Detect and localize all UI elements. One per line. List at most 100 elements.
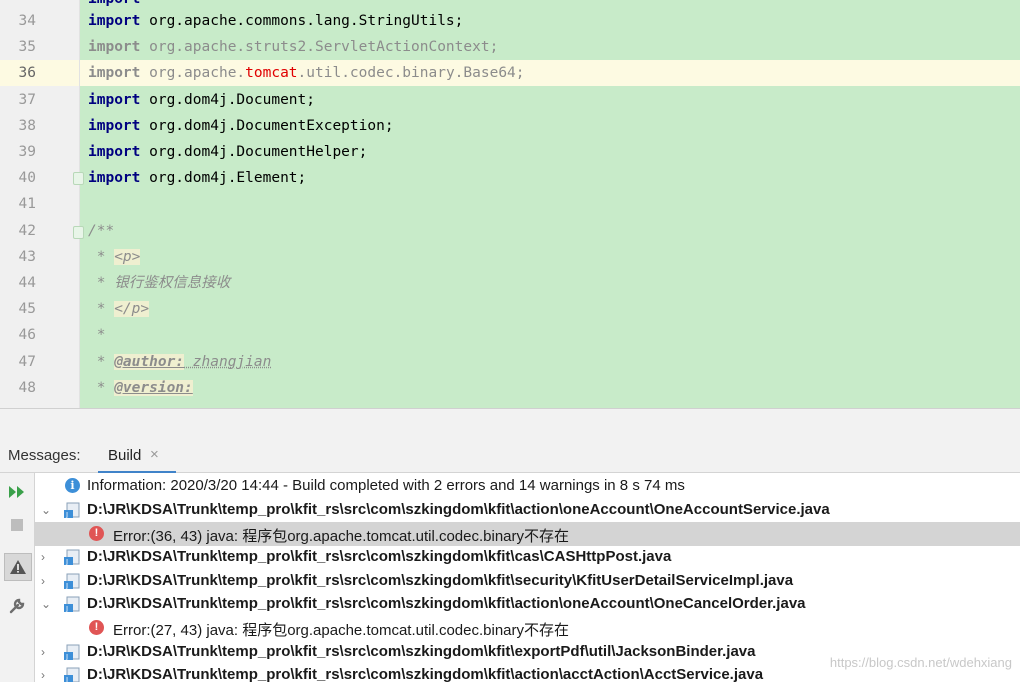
line-number: 35 <box>18 39 36 56</box>
code-content: org.dom4j.Element; <box>140 170 307 187</box>
line-number: 47 <box>18 353 36 370</box>
fold-marker-icon[interactable] <box>73 226 84 239</box>
code-line[interactable]: 39 import org.dom4j.DocumentHelper; <box>0 139 1020 165</box>
warning-filter-icon[interactable] <box>4 553 32 581</box>
file-row[interactable]: › J D:\JR\KDSA\Trunk\temp_pro\kfit_rs\src\… <box>35 569 1020 593</box>
line-number: 39 <box>18 144 36 160</box>
code-text: * @author: zhangjian <box>88 349 271 375</box>
error-row[interactable]: ! Error:(27, 43) java: 程序包org.apache.tomc… <box>35 616 1020 640</box>
rerun-icon[interactable] <box>4 479 30 505</box>
code-content: org.dom4j.DocumentException; <box>140 117 394 134</box>
file-path: D:\JR\KDSA\Trunk\temp_pro\kfit_rs\src\co… <box>87 642 756 660</box>
chevron-right-icon[interactable]: › <box>41 668 45 682</box>
svg-text:J: J <box>65 558 68 566</box>
code-line[interactable]: 44 * 银行鉴权信息接收 <box>0 270 1020 296</box>
code-text: * <p> <box>88 244 141 270</box>
doc-comment: * 银行鉴权信息接收 <box>88 275 231 291</box>
error-row[interactable]: ! Error:(36, 43) java: 程序包org.apache.tomc… <box>35 521 1020 546</box>
code-text: import org.dom4j.DocumentException; <box>88 113 394 139</box>
settings-wrench-icon[interactable] <box>4 593 30 619</box>
line-number: 45 <box>18 301 36 318</box>
line-number: 44 <box>18 275 36 291</box>
messages-toolbar <box>0 473 35 682</box>
panel-splitter[interactable] <box>0 408 1020 439</box>
keyword: import <box>88 144 141 160</box>
unresolved-symbol: tomcat <box>245 65 298 82</box>
code-line[interactable]: 40 import org.dom4j.Element; <box>0 165 1020 191</box>
info-row[interactable]: i Information: 2020/3/20 14:44 - Build c… <box>35 474 1020 498</box>
svg-text:J: J <box>65 605 68 613</box>
doc-comment: * <box>88 379 115 396</box>
doc-comment: * <box>88 248 115 265</box>
file-row[interactable]: ⌄ J D:\JR\KDSA\Trunk\temp_pro\kfit_rs\src\… <box>35 592 1020 616</box>
java-file-icon: J <box>64 573 80 590</box>
code-line[interactable]: 45 * </p> <box>0 296 1020 322</box>
file-row[interactable]: › J D:\JR\KDSA\Trunk\temp_pro\kfit_rs\src\… <box>35 545 1020 569</box>
code-line[interactable]: 34 import org.apache.commons.lang.StringU… <box>0 8 1020 34</box>
doc-comment: * <box>88 301 115 318</box>
code-text: import org.apache.struts2.ServletActionC… <box>88 34 498 60</box>
doc-html-tag: <p> <box>114 248 141 265</box>
java-file-icon: J <box>64 502 80 519</box>
java-file-icon: J <box>64 644 80 661</box>
close-icon[interactable]: × <box>150 446 159 463</box>
keyword: import <box>88 13 141 29</box>
code-text: * </p> <box>88 296 150 322</box>
svg-text:J: J <box>65 511 68 519</box>
doc-comment: * <box>88 353 115 370</box>
line-number: 46 <box>18 327 36 344</box>
stop-icon[interactable] <box>4 512 30 538</box>
code-editor[interactable]: import 34 import org.apache.commons.lang.… <box>0 0 1020 408</box>
chevron-right-icon[interactable]: › <box>41 550 45 564</box>
messages-header: Messages: Build × <box>0 438 1020 474</box>
code-content: org.apache.struts2.ServletActionContext; <box>140 39 499 56</box>
code-text: import org.apache.commons.lang.StringUti… <box>88 8 463 34</box>
line-number: 34 <box>18 13 36 29</box>
doc-tag: @version: <box>114 379 193 396</box>
info-icon: i <box>65 478 80 493</box>
doc-comment: /** <box>88 222 115 239</box>
error-text: Error:(36, 43) java: 程序包org.apache.tomca… <box>113 527 570 545</box>
doc-value: zhangjian <box>184 353 272 370</box>
line-number: 48 <box>18 379 36 396</box>
code-line[interactable]: 35 import org.apache.struts2.ServletActio… <box>0 34 1020 60</box>
code-line[interactable]: 46 * <box>0 322 1020 348</box>
chevron-right-icon[interactable]: › <box>41 574 45 588</box>
chevron-down-icon[interactable]: ⌄ <box>41 503 51 517</box>
code-line[interactable]: 43 * <p> <box>0 244 1020 270</box>
fold-marker-icon[interactable] <box>73 172 84 185</box>
line-number: 41 <box>18 196 36 213</box>
code-text: import org.dom4j.Document; <box>88 87 315 113</box>
code-line[interactable]: 48 * @version: <box>0 375 1020 401</box>
code-text: import org.dom4j.Element; <box>88 165 306 191</box>
keyword: import <box>88 117 141 134</box>
code-line[interactable]: 47 * @author: zhangjian <box>0 349 1020 375</box>
java-file-icon: J <box>64 549 80 566</box>
build-messages-tree[interactable]: i Information: 2020/3/20 14:44 - Build c… <box>35 473 1020 682</box>
line-number: 38 <box>18 117 36 134</box>
line-number: 36 <box>18 65 36 82</box>
code-line[interactable]: 37 import org.dom4j.Document; <box>0 87 1020 113</box>
chevron-down-icon[interactable]: ⌄ <box>41 597 51 611</box>
file-path: D:\JR\KDSA\Trunk\temp_pro\kfit_rs\src\co… <box>87 501 830 518</box>
code-line[interactable]: 41 <box>0 191 1020 217</box>
code-line[interactable]: 36 import org.apache.tomcat.util.codec.bi… <box>0 60 1020 87</box>
svg-text:J: J <box>65 582 68 590</box>
messages-label: Messages: <box>8 447 81 464</box>
code-content: org.apache.commons.lang.StringUtils; <box>140 13 464 29</box>
doc-tag: @author: <box>114 353 185 370</box>
code-line[interactable]: 38 import org.dom4j.DocumentException; <box>0 113 1020 139</box>
code-content: org.dom4j.DocumentHelper; <box>140 144 368 160</box>
keyword: import <box>88 39 141 56</box>
chevron-right-icon[interactable]: › <box>41 645 45 659</box>
code-content: .util.codec.binary.Base64; <box>297 65 525 82</box>
file-row[interactable]: ⌄ J D:\JR\KDSA\Trunk\temp_pro\kfit_rs\src\… <box>35 498 1020 522</box>
svg-text:J: J <box>65 653 68 661</box>
java-file-icon: J <box>64 667 80 682</box>
code-line[interactable]: 42 /** <box>0 218 1020 244</box>
java-file-icon: J <box>64 596 80 613</box>
code-text: * <box>88 322 106 348</box>
error-text: Error:(27, 43) java: 程序包org.apache.tomca… <box>113 622 570 639</box>
tab-build[interactable]: Build × <box>98 438 176 474</box>
keyword: import <box>88 170 141 187</box>
